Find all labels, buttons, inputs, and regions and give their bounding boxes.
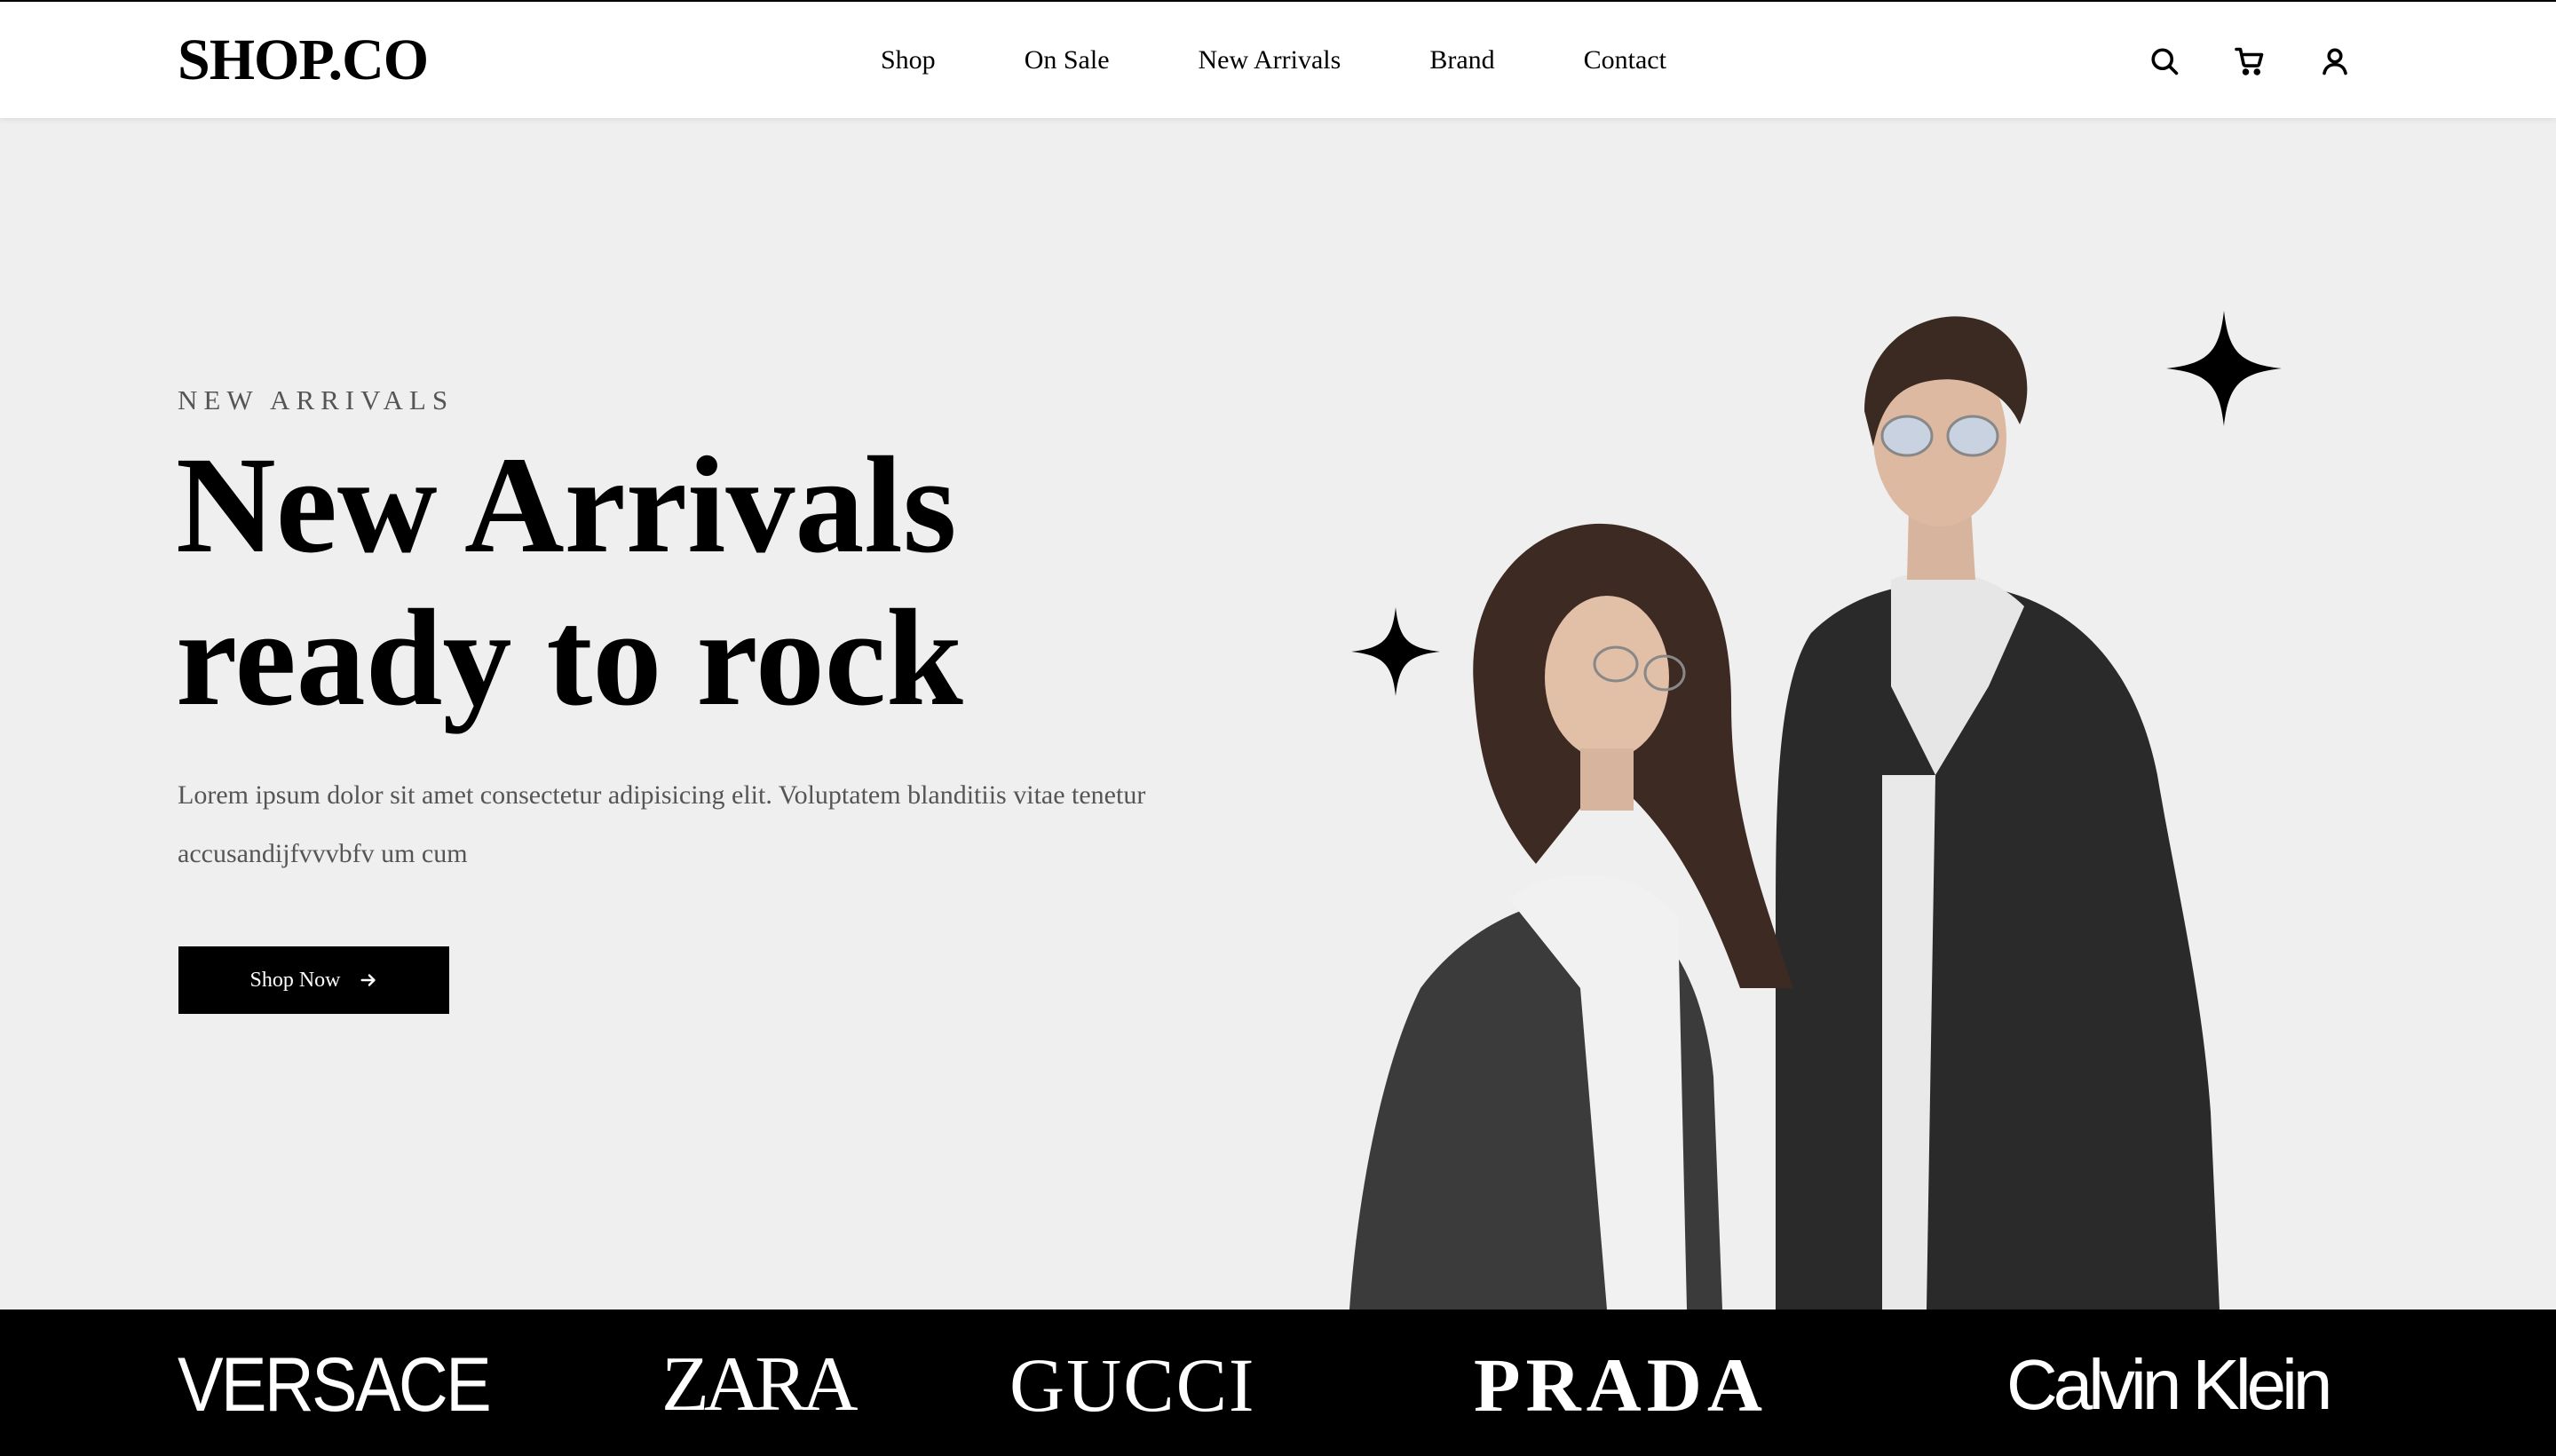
shop-now-button[interactable]: Shop Now: [178, 946, 449, 1014]
brand-logo-calvin-klein: Calvin Klein: [2006, 1345, 2332, 1424]
arrow-right-icon: [359, 970, 378, 990]
site-logo[interactable]: SHOP.CO: [178, 25, 429, 96]
hero-headline-line-2: ready to rock: [176, 581, 963, 734]
hero-description: Lorem ipsum dolor sit amet consectetur a…: [178, 780, 1146, 868]
sparkle-icon-small: [1351, 607, 1440, 696]
nav-link-on-sale[interactable]: On Sale: [1025, 41, 1110, 80]
cart-icon[interactable]: [2232, 44, 2267, 79]
hero-headline-line-1: New Arrivals: [176, 428, 957, 582]
hero-models-image: [1314, 313, 2379, 1310]
nav-link-brand[interactable]: Brand: [1429, 41, 1494, 80]
search-icon[interactable]: [2147, 44, 2182, 79]
sparkle-icon-large: [2166, 311, 2282, 426]
nav-link-shop[interactable]: Shop: [881, 41, 936, 80]
hero-eyebrow: NEW ARRIVALS: [178, 384, 455, 415]
shop-now-label: Shop Now: [249, 968, 341, 992]
brand-logo-zara: ZARA: [661, 1341, 859, 1428]
brand-logo-prada: PRADA: [1474, 1342, 1768, 1428]
hero-headline: New Arrivals ready to rock: [176, 429, 1241, 734]
brand-logo-versace: VERSACE: [178, 1342, 492, 1428]
user-icon[interactable]: [2317, 44, 2353, 79]
brand-logo-gucci: GUCCI: [1009, 1342, 1256, 1428]
nav-link-contact[interactable]: Contact: [1584, 41, 1666, 80]
hero-section: NEW ARRIVALS New Arrivals ready to rock …: [0, 118, 2556, 1310]
site-header: SHOP.CO Shop On Sale New Arrivals Brand …: [0, 2, 2556, 118]
main-nav: Shop On Sale New Arrivals Brand Contact: [881, 41, 1666, 80]
brand-strip: VERSACE ZARA GUCCI PRADA Calvin Klein: [0, 1310, 2556, 1456]
header-actions: [2147, 41, 2353, 82]
nav-link-new-arrivals[interactable]: New Arrivals: [1199, 41, 1341, 80]
